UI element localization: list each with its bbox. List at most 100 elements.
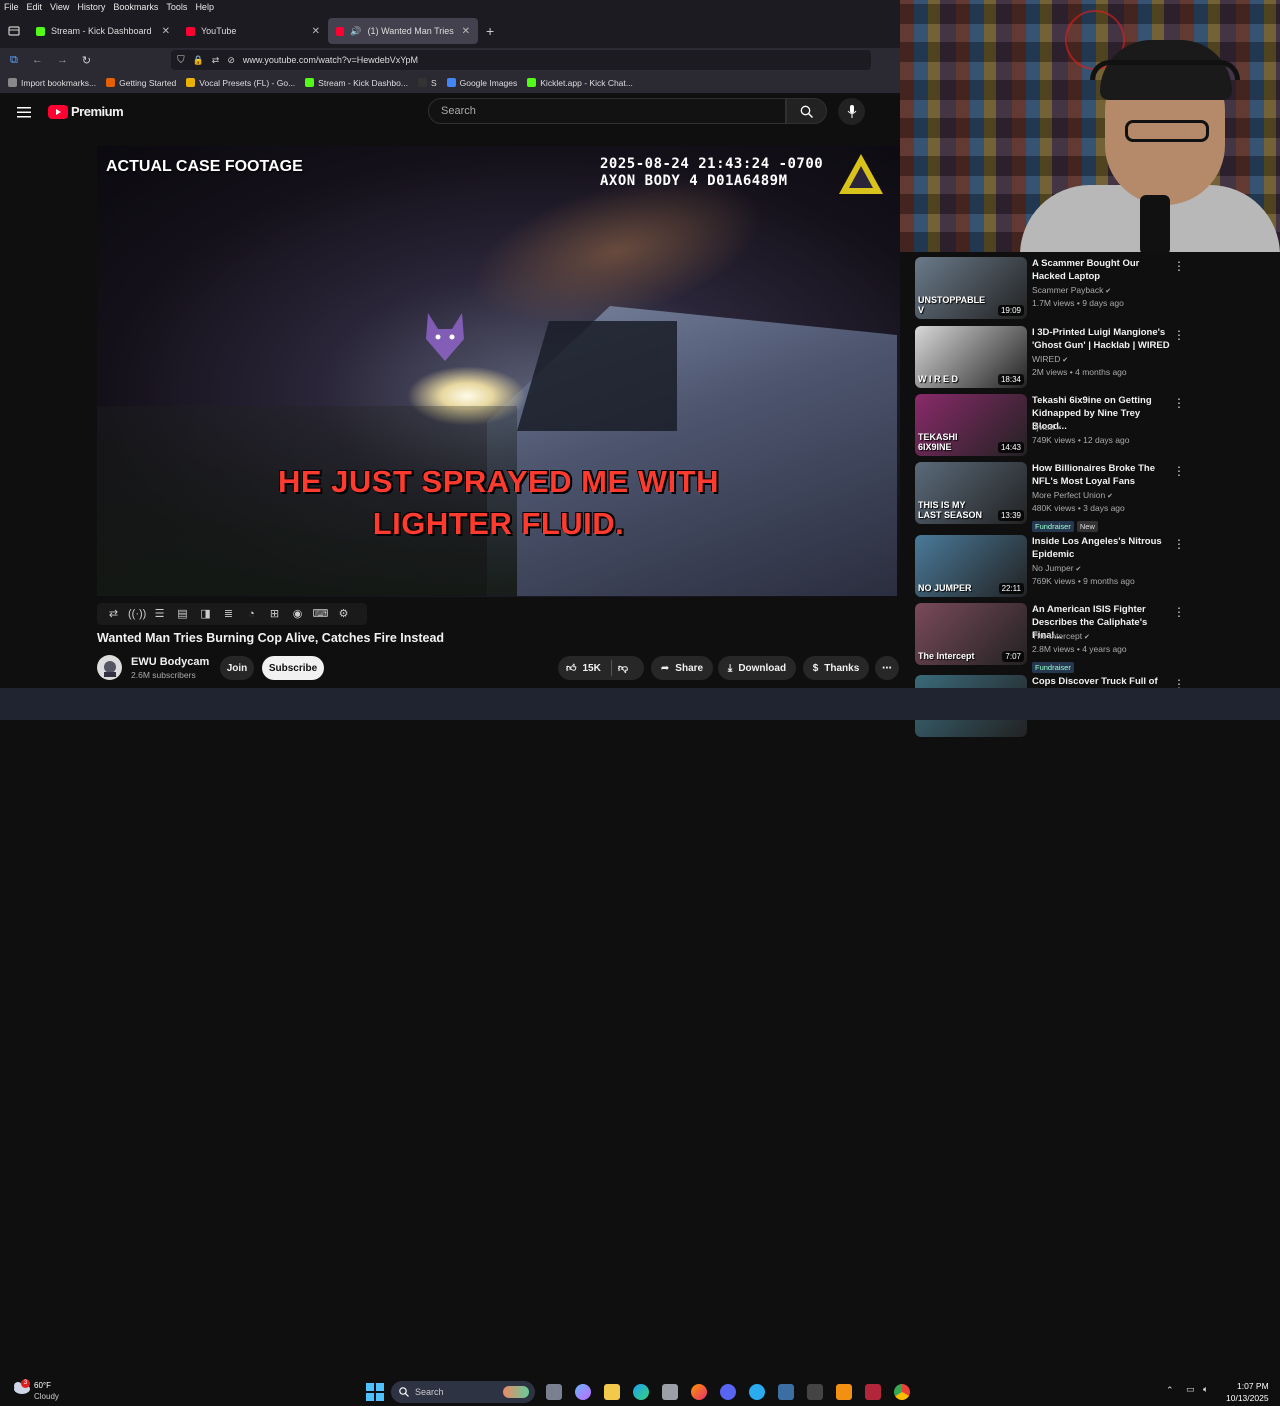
firefox-icon[interactable] [691, 1384, 707, 1400]
chrome-icon[interactable] [894, 1384, 910, 1400]
recommendation-channel[interactable]: Scammer Payback [1032, 285, 1103, 295]
taskbar-search[interactable]: Search [391, 1381, 535, 1403]
recommendation-title[interactable]: Cops Discover Truck Full of [1032, 675, 1172, 688]
clock-time[interactable]: 1:07 PM [1237, 1381, 1269, 1391]
more-options-icon[interactable]: ⋮ [1173, 328, 1185, 342]
weather-desc[interactable]: Cloudy [34, 1392, 59, 1401]
video-thumbnail[interactable]: W I R E D 18:34 [915, 326, 1027, 388]
channel-avatar[interactable] [97, 655, 122, 680]
bookmark-item[interactable]: Vocal Presets (FL) - Go... [186, 78, 295, 88]
store-icon[interactable] [662, 1384, 678, 1400]
recommendation-item[interactable]: NO JUMPER 22:11 Inside Los Angeles's Nitro… [915, 535, 1185, 597]
menu-item-bookmarks[interactable]: Bookmarks [113, 2, 158, 12]
keyboard-icon[interactable]: ⌨ [312, 607, 329, 621]
clapper-icon[interactable]: ▤ [174, 607, 191, 621]
menu-item-file[interactable]: File [4, 2, 19, 12]
back-icon[interactable]: ← [32, 54, 43, 66]
recommendation-channel[interactable]: WIRED [1032, 354, 1060, 364]
video-thumbnail[interactable]: NO JUMPER 22:11 [915, 535, 1027, 597]
thumbs-down-icon[interactable]: 👎︎ [618, 662, 628, 674]
youtube-logo[interactable]: Premium [48, 104, 124, 119]
tab-youtube[interactable]: YouTube ✕ [178, 18, 328, 44]
address-bar[interactable]: ⛉ 🔒 ⇄ ⊘ www.youtube.com/watch?v=HewdebVx… [171, 50, 872, 70]
search-button[interactable] [786, 98, 827, 124]
bookmark-item[interactable]: Getting Started [106, 78, 176, 88]
menu-item-edit[interactable]: Edit [27, 2, 43, 12]
speed-icon[interactable]: ◔ [243, 607, 260, 621]
list-view-icon[interactable]: ≣ [220, 607, 237, 621]
video-thumbnail[interactable]: The Intercept 7:07 [915, 603, 1027, 665]
recommendation-item[interactable]: TEKASHI 6IX9INE 14:43 Tekashi 6ix9ine on G… [915, 394, 1185, 456]
lock-icon[interactable]: 🔒 [193, 55, 204, 66]
add-box-icon[interactable]: ⊞ [266, 607, 283, 621]
recommendation-item[interactable]: The Intercept 7:07 An American ISIS Fighte… [915, 603, 1185, 673]
network-icon[interactable]: ▭ [1186, 1384, 1195, 1395]
sidebar-toggle-icon[interactable]: ⧉ [10, 54, 18, 67]
new-tab-button[interactable]: + [486, 23, 494, 39]
video-player[interactable]: ACTUAL CASE FOOTAGE 2025-08-24 21:43:24 … [97, 146, 900, 597]
screenshot-icon[interactable]: ◉ [289, 607, 306, 621]
tray-chevron-icon[interactable]: ⌃ [1166, 1385, 1174, 1396]
thumbs-up-icon[interactable]: 👍︎ [566, 662, 576, 674]
recommendation-title[interactable]: I 3D-Printed Luigi Mangione's 'Ghost Gun… [1032, 326, 1172, 352]
bookmark-item[interactable]: Google Images [446, 78, 517, 88]
more-options-icon[interactable]: ⋮ [1173, 259, 1185, 273]
recommendation-channel[interactable]: The Intercept [1032, 631, 1082, 641]
subscribe-button[interactable]: Subscribe [262, 656, 324, 680]
reload-icon[interactable]: ↻ [82, 54, 91, 67]
voice-search-button[interactable] [838, 98, 865, 125]
recommendation-title[interactable]: How Billionaires Broke The NFL's Most Lo… [1032, 462, 1172, 488]
file-explorer-icon[interactable] [604, 1384, 620, 1400]
bookmark-item[interactable]: Stream - Kick Dashbo... [305, 78, 408, 88]
menu-item-view[interactable]: View [50, 2, 69, 12]
like-count[interactable]: 15K [582, 663, 600, 674]
tab-list-icon[interactable] [0, 18, 28, 44]
telegram-icon[interactable] [749, 1384, 765, 1400]
recommendation-item[interactable]: UNSTOPPABLE V 19:09 A Scammer Bought Our H… [915, 257, 1185, 319]
app-icon-2[interactable] [836, 1384, 852, 1400]
video-thumbnail[interactable]: UNSTOPPABLE V 19:09 [915, 257, 1027, 319]
tab-active-video[interactable]: 🔊 (1) Wanted Man Tries Burni ✕ [328, 18, 478, 44]
recommendation-item[interactable]: THIS IS MY LAST SEASON 13:39 How Billionai… [915, 462, 1185, 532]
bookmark-item[interactable]: S [417, 78, 437, 88]
weather-temp[interactable]: 60°F [34, 1381, 51, 1390]
join-button[interactable]: Join [220, 656, 254, 680]
volume-icon[interactable]: 🔈︎ [1203, 1384, 1208, 1395]
permissions-icon[interactable]: ⇄ [212, 55, 220, 66]
recommendation-item[interactable]: W I R E D 18:34 I 3D-Printed Luigi Mangion… [915, 326, 1185, 388]
share-button[interactable]: ➦ Share [651, 656, 713, 680]
menu-item-history[interactable]: History [77, 2, 105, 12]
miniplayer-icon[interactable]: ◨ [197, 607, 214, 621]
bookmark-item[interactable]: Import bookmarks... [8, 78, 96, 88]
recommendation-title[interactable]: Inside Los Angeles's Nitrous Epidemic [1032, 535, 1172, 561]
autoplay-blocked-icon[interactable]: ⊘ [227, 55, 235, 66]
speaker-icon[interactable]: 🔊 [350, 26, 361, 37]
copilot-icon[interactable] [575, 1384, 591, 1400]
close-icon[interactable]: ✕ [462, 26, 470, 37]
more-options-icon[interactable]: ⋮ [1173, 605, 1185, 619]
settings-gear-icon[interactable]: ⚙ [335, 607, 352, 621]
channel-name[interactable]: EWU Bodycam [131, 656, 209, 668]
close-icon[interactable]: ✕ [312, 26, 320, 37]
url-text[interactable]: www.youtube.com/watch?v=HewdebVxYpM [243, 55, 418, 65]
video-thumbnail[interactable]: TEKASHI 6IX9INE 14:43 [915, 394, 1027, 456]
recommendation-channel[interactable]: No Jumper [1032, 563, 1074, 573]
recommendation-title[interactable]: A Scammer Bought Our Hacked Laptop [1032, 257, 1172, 283]
close-icon[interactable]: ✕ [162, 26, 170, 37]
menu-item-tools[interactable]: Tools [166, 2, 187, 12]
app-icon-1[interactable] [778, 1384, 794, 1400]
search-input[interactable]: Search [428, 98, 786, 124]
more-options-icon[interactable]: ⋮ [1173, 464, 1185, 478]
forward-icon[interactable]: → [57, 54, 68, 66]
recommendation-channel[interactable]: More Perfect Union [1032, 490, 1105, 500]
cast-icon[interactable]: ((·)) [128, 607, 146, 621]
bookmark-item[interactable]: Kicklet.app - Kick Chat... [527, 78, 633, 88]
app-icon-3[interactable] [865, 1384, 881, 1400]
task-view-icon[interactable] [546, 1384, 562, 1400]
discord-icon[interactable] [720, 1384, 736, 1400]
tab-kick-dashboard[interactable]: Stream - Kick Dashboard ✕ [28, 18, 178, 44]
shield-icon[interactable]: ⛉ [177, 55, 185, 66]
more-options-icon[interactable]: ⋮ [1173, 396, 1185, 410]
download-button[interactable]: ⤓ Download [718, 656, 796, 680]
more-options-icon[interactable]: ⋮ [1173, 537, 1185, 551]
